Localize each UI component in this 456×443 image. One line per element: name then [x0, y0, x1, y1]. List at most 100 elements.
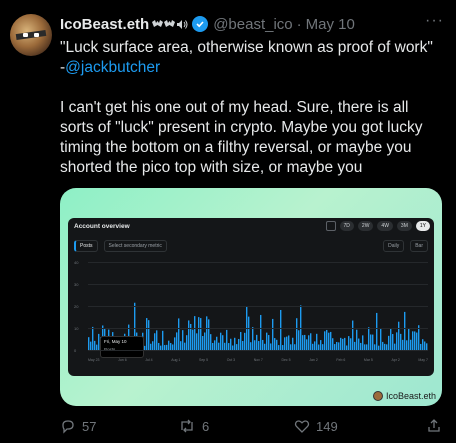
chart-bar — [186, 335, 188, 350]
chart-bar — [276, 339, 278, 350]
chart-bar — [376, 312, 378, 350]
chart-bar — [268, 335, 270, 350]
grid-line — [88, 284, 428, 285]
y-tick-label: 40 — [74, 260, 79, 265]
grid-line — [88, 262, 428, 263]
chart-bar — [162, 330, 164, 350]
chart-bar — [266, 332, 268, 350]
chart-type-select: Bar — [410, 240, 428, 252]
separator-dot: · — [296, 15, 302, 33]
chart-bar — [152, 341, 154, 350]
chart-bar — [354, 341, 356, 350]
chart-bar — [336, 341, 338, 350]
chart-bar — [252, 327, 254, 350]
chart-bar — [272, 318, 274, 350]
chart-bar — [388, 335, 390, 350]
tweet-text: "Luck surface area, otherwise known as p… — [60, 38, 446, 178]
chart-bar — [234, 337, 236, 350]
chart-bar — [298, 330, 300, 350]
chart-bar — [392, 334, 394, 350]
share-button[interactable] — [426, 418, 442, 434]
chart-bar — [390, 328, 392, 350]
range-chip: 2W — [357, 221, 374, 231]
quote-text: "Luck surface area, otherwise known as p… — [60, 39, 433, 56]
range-selector: 7D 2W 4W 3M 1Y — [325, 221, 430, 231]
secondary-metric-select: Select secondary metric — [103, 240, 167, 252]
repost-button[interactable]: 6 — [178, 418, 209, 434]
name-emoji — [152, 19, 188, 30]
chart-bar — [402, 339, 404, 350]
x-axis-labels: May 23 Jun 6 Jul 4 Aug 1 Sep 5 Oct 3 Nov 7 Dec … — [88, 358, 428, 362]
chart-bar — [338, 342, 340, 350]
chart-bar — [310, 333, 312, 350]
chart-bar — [302, 335, 304, 350]
chart-bar — [182, 330, 184, 350]
chart-controls: Posts Select secondary metric Daily Bar — [74, 240, 428, 252]
grid-line — [88, 350, 428, 351]
chart-bar — [192, 329, 194, 350]
chart-bar — [256, 334, 258, 350]
chart-bar — [404, 311, 406, 350]
chart-bar — [224, 342, 226, 350]
tweet-header: IcoBeast.eth @beast_ico · May 10 — [60, 14, 355, 34]
bat-emoji-icon — [164, 19, 176, 27]
avatar[interactable] — [10, 14, 52, 56]
chart-bar — [368, 327, 370, 350]
mention-link[interactable]: @jackbutcher — [65, 59, 160, 76]
watermark-avatar-icon — [372, 391, 383, 401]
media-image[interactable]: Account overview 7D 2W 4W 3M 1Y Posts Select… — [60, 188, 442, 406]
handle[interactable]: @beast_ico — [213, 16, 292, 33]
chart-bar — [286, 336, 288, 350]
chart-bar — [170, 343, 172, 350]
chart-bar — [180, 341, 182, 350]
chart-bar — [280, 309, 282, 350]
repost-count: 6 — [202, 418, 210, 434]
tweet-date[interactable]: May 10 — [306, 16, 355, 33]
analytics-panel: Account overview 7D 2W 4W 3M 1Y Posts Select… — [68, 218, 434, 376]
chart-tooltip: Fri, May 10 Posts — [100, 336, 144, 358]
panel-title: Account overview — [74, 223, 130, 230]
interval-select: Daily — [383, 240, 405, 252]
repost-icon — [181, 419, 193, 433]
chart-bar — [156, 330, 158, 350]
chart-bar — [292, 337, 294, 350]
action-bar: 57 6 149 — [60, 418, 446, 438]
x-tick-label: Aug 1 — [171, 358, 181, 362]
x-tick-label: Jul 4 — [145, 358, 153, 362]
y-tick-label: 0 — [74, 348, 77, 353]
x-tick-label: Feb 6 — [336, 358, 346, 362]
chart-bar — [316, 333, 318, 350]
chart-bar — [196, 333, 198, 350]
ellipsis-icon[interactable]: ··· — [425, 12, 444, 30]
chart-bar — [372, 334, 374, 350]
body-text: I can't get his one out of my head. Sure… — [60, 99, 423, 176]
chart-bar — [370, 334, 372, 350]
like-button[interactable]: 149 — [294, 418, 338, 434]
chart-bar — [188, 320, 190, 350]
chart-bar — [242, 340, 244, 350]
chart-bar — [248, 316, 250, 350]
chart-bar — [88, 337, 90, 350]
chart-bar — [360, 342, 362, 350]
chart-bar — [382, 341, 384, 350]
chart-bar — [146, 318, 148, 350]
calendar-icon — [325, 221, 336, 231]
chart-bar — [90, 341, 92, 350]
chart-bar — [178, 318, 180, 350]
chart-bar — [308, 335, 310, 350]
chart-bar — [350, 338, 352, 350]
chart-bar — [400, 333, 402, 350]
range-chip: 7D — [339, 221, 354, 231]
y-tick-label: 30 — [74, 282, 79, 287]
chart-bar — [254, 340, 256, 350]
chart-bar — [206, 316, 208, 350]
chart-bar — [202, 336, 204, 350]
chart-bar — [218, 342, 220, 350]
chart-bar — [148, 320, 150, 350]
chart-bar — [398, 321, 400, 350]
display-name[interactable]: IcoBeast.eth — [60, 16, 149, 33]
chart-bar — [412, 331, 414, 350]
chart-bar — [362, 335, 364, 350]
range-chip: 3M — [396, 221, 412, 231]
reply-button[interactable]: 57 — [60, 418, 96, 434]
